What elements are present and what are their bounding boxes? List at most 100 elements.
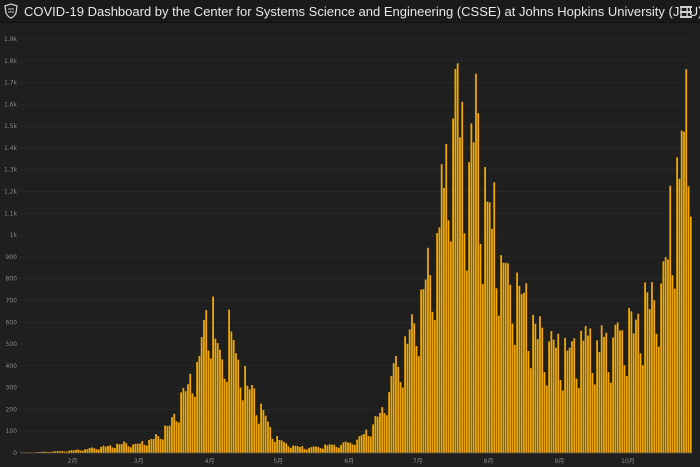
- daily-case-bar[interactable]: [603, 336, 605, 453]
- daily-case-bar[interactable]: [420, 289, 422, 453]
- daily-case-bar[interactable]: [148, 439, 150, 453]
- daily-case-bar[interactable]: [239, 387, 242, 453]
- daily-case-bar[interactable]: [331, 444, 333, 453]
- daily-case-bar[interactable]: [550, 331, 553, 453]
- daily-case-bar[interactable]: [669, 185, 672, 454]
- daily-case-bar[interactable]: [557, 333, 560, 453]
- daily-case-bar[interactable]: [573, 338, 576, 453]
- daily-case-bar[interactable]: [564, 337, 566, 453]
- daily-case-bar[interactable]: [529, 368, 532, 453]
- daily-case-bar[interactable]: [120, 444, 123, 453]
- daily-case-bar[interactable]: [136, 443, 139, 453]
- daily-case-bar[interactable]: [212, 296, 214, 453]
- daily-case-bar[interactable]: [264, 415, 267, 453]
- daily-case-bar[interactable]: [671, 275, 674, 453]
- daily-case-bar[interactable]: [470, 123, 473, 454]
- daily-case-bar[interactable]: [447, 220, 450, 453]
- daily-case-bar[interactable]: [232, 340, 235, 453]
- daily-case-bar[interactable]: [484, 166, 486, 453]
- daily-case-bar[interactable]: [628, 308, 630, 453]
- daily-case-bar[interactable]: [459, 137, 461, 453]
- daily-case-bar[interactable]: [273, 441, 276, 453]
- daily-case-bar[interactable]: [584, 326, 587, 453]
- daily-case-bar[interactable]: [449, 241, 452, 453]
- daily-case-bar[interactable]: [667, 259, 669, 453]
- daily-case-bar[interactable]: [139, 443, 141, 453]
- daily-case-bar[interactable]: [155, 434, 157, 453]
- daily-case-bar[interactable]: [395, 355, 397, 453]
- daily-case-bar[interactable]: [200, 337, 203, 453]
- daily-case-bar[interactable]: [173, 413, 176, 453]
- daily-case-bar[interactable]: [157, 436, 160, 453]
- daily-case-bar[interactable]: [253, 388, 256, 453]
- daily-case-bar[interactable]: [493, 182, 496, 453]
- daily-case-bar[interactable]: [255, 415, 258, 453]
- daily-case-bar[interactable]: [244, 366, 246, 453]
- daily-case-bar[interactable]: [497, 315, 500, 453]
- daily-case-bar[interactable]: [308, 447, 310, 453]
- daily-case-bar[interactable]: [417, 356, 420, 453]
- daily-case-bar[interactable]: [379, 412, 381, 453]
- daily-case-bar[interactable]: [182, 387, 185, 453]
- daily-case-bar[interactable]: [248, 389, 251, 453]
- daily-case-bar[interactable]: [545, 385, 548, 453]
- daily-case-bar[interactable]: [662, 261, 665, 453]
- daily-case-bar[interactable]: [230, 331, 233, 453]
- daily-case-bar[interactable]: [619, 330, 621, 453]
- daily-case-bar[interactable]: [262, 410, 265, 453]
- daily-case-bar[interactable]: [415, 346, 418, 453]
- daily-case-bar[interactable]: [152, 438, 155, 453]
- daily-case-bar[interactable]: [443, 187, 445, 453]
- daily-case-bar[interactable]: [296, 446, 299, 453]
- daily-case-bar[interactable]: [589, 328, 592, 453]
- daily-case-bar[interactable]: [219, 349, 221, 453]
- daily-case-bar[interactable]: [196, 361, 198, 453]
- daily-case-bar[interactable]: [344, 441, 347, 453]
- daily-case-bar[interactable]: [513, 344, 516, 453]
- daily-case-bar[interactable]: [289, 447, 292, 453]
- daily-case-bar[interactable]: [625, 375, 628, 453]
- daily-case-bar[interactable]: [481, 284, 484, 453]
- daily-case-bar[interactable]: [356, 439, 358, 453]
- daily-case-bar[interactable]: [280, 440, 283, 453]
- daily-case-bar[interactable]: [315, 446, 317, 453]
- daily-case-bar[interactable]: [630, 311, 633, 453]
- daily-case-bar[interactable]: [312, 446, 315, 453]
- daily-case-bar[interactable]: [440, 164, 443, 453]
- daily-case-bar[interactable]: [637, 313, 640, 453]
- daily-case-bar[interactable]: [351, 444, 354, 453]
- daily-case-bar[interactable]: [321, 448, 324, 453]
- daily-case-bar[interactable]: [507, 263, 509, 453]
- daily-case-bar[interactable]: [132, 444, 134, 453]
- daily-case-bar[interactable]: [381, 407, 384, 453]
- daily-case-bar[interactable]: [143, 444, 146, 453]
- daily-case-bar[interactable]: [116, 443, 118, 453]
- daily-case-bar[interactable]: [392, 363, 395, 453]
- daily-case-bar[interactable]: [303, 448, 306, 453]
- daily-case-bar[interactable]: [527, 351, 530, 453]
- daily-case-bar[interactable]: [175, 421, 178, 453]
- daily-case-bar[interactable]: [104, 446, 107, 453]
- daily-case-bar[interactable]: [408, 329, 411, 453]
- daily-case-bar[interactable]: [424, 279, 427, 453]
- daily-case-bar[interactable]: [363, 434, 365, 453]
- daily-case-bar[interactable]: [678, 178, 681, 453]
- daily-case-bar[interactable]: [235, 353, 237, 453]
- daily-case-bar[interactable]: [111, 447, 114, 453]
- daily-case-bar[interactable]: [84, 449, 86, 453]
- daily-case-bar[interactable]: [198, 355, 201, 453]
- daily-case-bar[interactable]: [342, 442, 345, 453]
- daily-case-bar[interactable]: [369, 436, 372, 453]
- daily-case-bar[interactable]: [388, 392, 390, 453]
- daily-case-bar[interactable]: [358, 436, 361, 453]
- daily-case-bar[interactable]: [596, 340, 598, 453]
- daily-case-bar[interactable]: [353, 444, 356, 453]
- daily-case-bar[interactable]: [561, 390, 564, 453]
- daily-case-bar[interactable]: [655, 333, 658, 453]
- daily-case-bar[interactable]: [646, 292, 649, 453]
- daily-case-bar[interactable]: [555, 347, 557, 453]
- daily-case-bar[interactable]: [582, 340, 585, 453]
- daily-case-bar[interactable]: [319, 448, 322, 453]
- daily-case-bar[interactable]: [260, 403, 262, 453]
- daily-case-bar[interactable]: [452, 118, 454, 454]
